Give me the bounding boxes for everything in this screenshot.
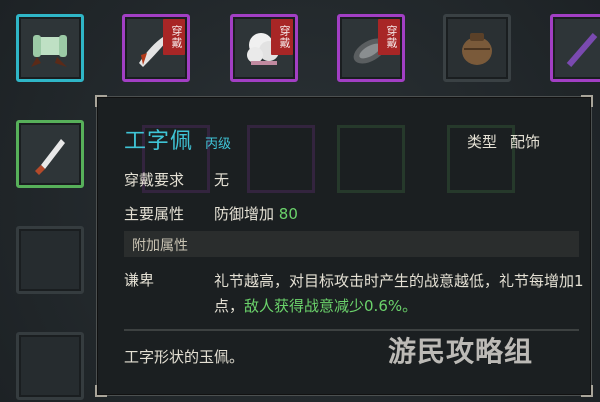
- trait-description-highlight: 敌人获得战意减少0.6%。: [244, 297, 418, 315]
- item-type-label: 类型: [467, 133, 498, 151]
- inventory-slot-fur[interactable]: 穿戴: [230, 14, 298, 82]
- clay-jar-icon: [462, 33, 492, 65]
- inventory-slot-dagger[interactable]: [16, 120, 84, 188]
- background-slot: [247, 125, 315, 193]
- corner-ornament: [95, 385, 107, 397]
- extra-attribute-title: 附加属性: [132, 238, 188, 254]
- trait-description: 礼节越高，对目标攻击时产生的战意越低，礼节每增加1点，敌人获得战意减少0.6%。: [214, 269, 589, 319]
- staff-icon: [566, 33, 598, 67]
- jade-scroll-icon: [31, 35, 67, 67]
- equipped-badge: 穿戴: [378, 19, 400, 55]
- background-slot: [337, 125, 405, 193]
- inventory-slot-empty[interactable]: [16, 226, 84, 294]
- inventory-slot-jade-scroll[interactable]: [16, 14, 84, 82]
- corner-ornament: [581, 95, 593, 107]
- item-type-value: 配饰: [510, 133, 541, 151]
- item-description: 工字形状的玉佩。: [124, 348, 245, 366]
- dagger-icon: [35, 139, 65, 175]
- equipped-badge: 穿戴: [271, 19, 293, 55]
- equipped-badge: 穿戴: [163, 19, 185, 55]
- main-attribute-value: 防御增加 80: [214, 203, 298, 224]
- inventory-slot-empty[interactable]: [16, 332, 84, 400]
- extra-attribute-header: 附加属性: [124, 231, 579, 257]
- inventory-slot-partial[interactable]: [550, 14, 600, 82]
- main-attribute-number: 80: [278, 205, 298, 223]
- wear-requirement-value: 无: [214, 171, 230, 189]
- inventory-slot-shield[interactable]: 穿戴: [337, 14, 405, 82]
- wear-requirement-label: 穿戴要求: [124, 171, 185, 189]
- watermark-logo: 游民攻略组: [388, 335, 534, 368]
- item-name: 工字佩: [124, 129, 194, 154]
- corner-ornament: [581, 385, 593, 397]
- trait-name: 谦卑: [124, 271, 155, 289]
- inventory-slot-curved-blade[interactable]: 穿戴: [122, 14, 190, 82]
- main-attribute-label: 主要属性: [124, 205, 185, 223]
- item-grade: 丙级: [205, 137, 232, 152]
- corner-ornament: [95, 95, 107, 107]
- main-attribute-text: 防御增加: [214, 205, 275, 223]
- inventory-slot-jar[interactable]: [443, 14, 511, 82]
